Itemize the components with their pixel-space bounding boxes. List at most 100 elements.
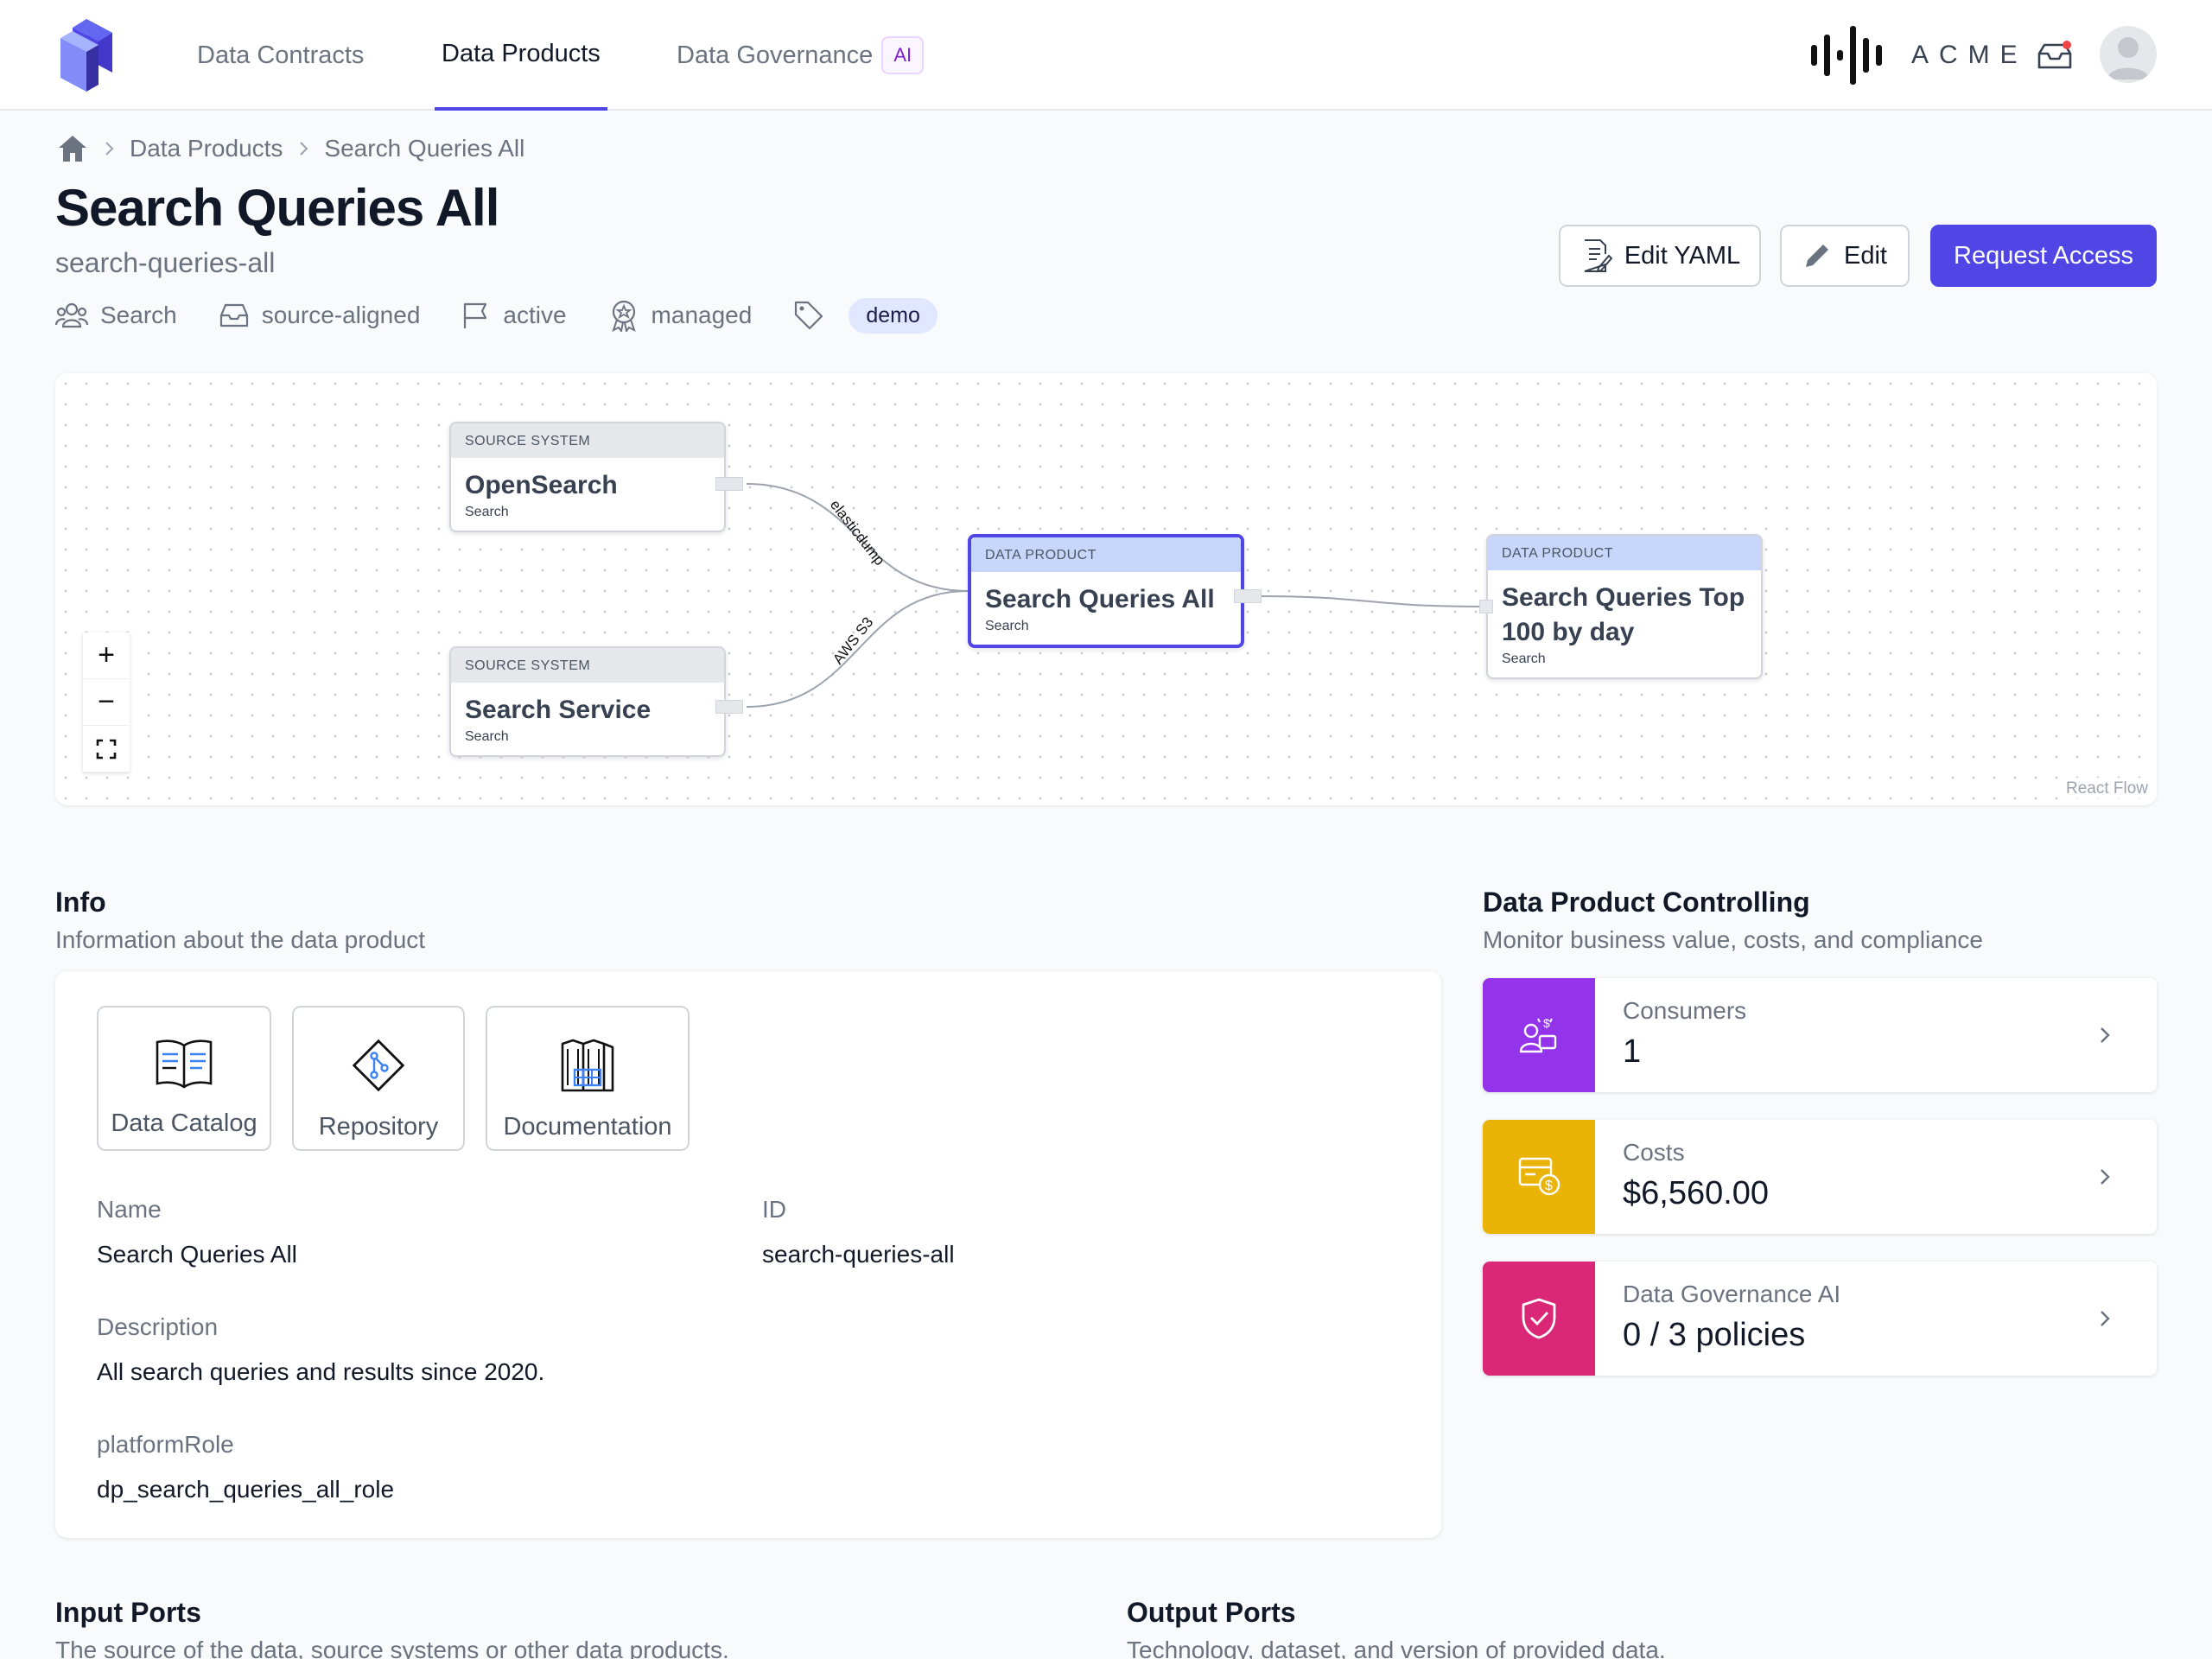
consumers-icon: $ — [1519, 1016, 1557, 1053]
controlling-subtitle: Monitor business value, costs, and compl… — [1483, 926, 1983, 953]
field-name: Name Search Queries All — [97, 1196, 297, 1268]
input-ports-title: Input Ports — [55, 1597, 201, 1628]
info-title: Info — [55, 887, 106, 918]
field-id: ID search-queries-all — [762, 1196, 955, 1268]
governance-card[interactable]: Data Governance AI 0 / 3 policies — [1483, 1262, 2157, 1376]
meta-team: Search — [55, 301, 177, 330]
meta-ownership-label: managed — [651, 302, 753, 328]
flow-node-search-queries-top-100[interactable]: DATA PRODUCT Search Queries Top 100 by d… — [1486, 534, 1763, 679]
data-catalog-label: Data Catalog — [111, 1109, 257, 1137]
documentation-link[interactable]: Documentation — [486, 1006, 690, 1151]
flow-node-opensearch[interactable]: SOURCE SYSTEM OpenSearch Search — [449, 422, 726, 532]
edge-product-to-top100[interactable] — [1259, 595, 1482, 607]
zoom-out-button[interactable]: − — [83, 679, 130, 726]
governance-icon-box — [1483, 1262, 1595, 1376]
field-value: dp_search_queries_all_role — [97, 1476, 395, 1503]
edit-yaml-button[interactable]: Edit YAML — [1559, 225, 1761, 287]
edge-label-aws-s3: AWS S3 — [830, 614, 876, 668]
node-domain: Search — [985, 619, 1029, 633]
costs-card[interactable]: $ Costs $6,560.00 — [1483, 1120, 2157, 1234]
meta-ownership: managed — [608, 299, 753, 332]
field-value: All search queries and results since 202… — [97, 1358, 545, 1385]
nav-tab-data-governance[interactable]: Data Governance AI — [677, 0, 925, 111]
pencil-icon — [1806, 245, 1828, 267]
edit-yaml-label: Edit YAML — [1624, 241, 1741, 270]
field-description: Description All search queries and resul… — [97, 1313, 544, 1386]
meta-row: Search source-aligned active managed dem… — [55, 297, 979, 334]
nav-tab-data-products[interactable]: Data Products — [435, 0, 607, 111]
costs-label: Costs — [1623, 1139, 1685, 1166]
consumers-card[interactable]: $ Consumers 1 — [1483, 978, 2157, 1092]
info-card: Data Catalog Repository Documentation Na… — [55, 971, 1441, 1538]
chevron-right-icon — [105, 142, 114, 156]
costs-icon-box: $ — [1483, 1120, 1595, 1234]
field-platform-role: platformRole dp_search_queries_all_role — [97, 1431, 394, 1503]
node-handle[interactable] — [715, 700, 743, 714]
costs-icon: $ — [1518, 1157, 1560, 1196]
tag-pill[interactable]: demo — [849, 297, 938, 334]
meta-tags: demo — [793, 297, 938, 334]
meta-kind-label: source-aligned — [261, 302, 421, 328]
node-domain: Search — [465, 505, 509, 519]
costs-value: $6,560.00 — [1623, 1175, 1770, 1211]
node-domain: Search — [1502, 652, 1546, 666]
output-ports-subtitle: Technology, dataset, and version of prov… — [1127, 1637, 1666, 1659]
node-handle[interactable] — [1234, 589, 1262, 603]
chevron-right-icon — [2101, 1169, 2110, 1185]
flow-node-search-service[interactable]: SOURCE SYSTEM Search Service Search — [449, 646, 726, 757]
request-access-button[interactable]: Request Access — [1930, 225, 2157, 287]
react-flow-attribution[interactable]: React Flow — [2062, 778, 2152, 800]
field-label: ID — [762, 1196, 786, 1223]
repository-label: Repository — [318, 1113, 439, 1141]
inbox-icon[interactable] — [2036, 40, 2074, 71]
data-catalog-link[interactable]: Data Catalog — [97, 1006, 271, 1151]
fit-view-button[interactable] — [83, 726, 130, 772]
open-book-icon — [156, 1039, 213, 1089]
node-type: DATA PRODUCT — [1488, 536, 1761, 570]
svg-text:$: $ — [1545, 1179, 1553, 1193]
flag-icon — [464, 302, 487, 328]
info-subtitle: Information about the data product — [55, 926, 426, 953]
breadcrumb-item-current[interactable]: Search Queries All — [324, 135, 524, 162]
repository-link[interactable]: Repository — [292, 1006, 465, 1151]
node-handle[interactable] — [1479, 600, 1493, 613]
edge-label-elasticdump: elasticdump — [827, 497, 888, 569]
nav-tab-data-contracts[interactable]: Data Contracts — [197, 0, 364, 111]
brand-name: ACME — [1911, 41, 2028, 69]
chevron-right-icon — [2101, 1027, 2110, 1043]
zoom-in-button[interactable]: + — [83, 632, 130, 679]
git-diamond-icon — [352, 1039, 405, 1092]
meta-status: active — [461, 301, 567, 330]
edit-button[interactable]: Edit — [1780, 225, 1910, 287]
governance-value: 0 / 3 policies — [1623, 1317, 1806, 1353]
home-icon[interactable] — [57, 134, 88, 163]
user-icon — [2107, 37, 2150, 79]
node-name: Search Queries All — [985, 585, 1215, 613]
node-handle[interactable] — [715, 477, 743, 491]
lineage-flow-canvas[interactable]: elasticdump AWS S3 SOURCE SYSTEM OpenSea… — [55, 373, 2157, 805]
user-avatar[interactable] — [2100, 26, 2157, 83]
breadcrumb-item-data-products[interactable]: Data Products — [130, 135, 283, 162]
flow-node-search-queries-all[interactable]: DATA PRODUCT Search Queries All Search — [968, 534, 1244, 648]
field-value: Search Queries All — [97, 1241, 297, 1268]
fit-view-icon — [96, 739, 117, 759]
svg-text:$: $ — [1543, 1016, 1550, 1030]
governance-label: Data Governance AI — [1623, 1281, 1841, 1307]
badge-icon — [611, 300, 636, 332]
documentation-label: Documentation — [503, 1113, 672, 1141]
node-type: SOURCE SYSTEM — [451, 423, 724, 458]
field-label: Description — [97, 1313, 219, 1340]
edge-search-service-to-product[interactable] — [746, 590, 969, 708]
nav-tab-label: Data Contracts — [197, 41, 365, 69]
field-label: Name — [97, 1196, 162, 1223]
consumers-value: 1 — [1623, 1033, 1642, 1070]
nav-tab-label: Data Products — [442, 39, 601, 67]
controlling-title: Data Product Controlling — [1483, 887, 1810, 918]
app-logo[interactable] — [60, 19, 131, 92]
consumers-label: Consumers — [1623, 997, 1747, 1024]
node-name: OpenSearch — [465, 471, 618, 499]
field-value: search-queries-all — [762, 1241, 955, 1268]
consumers-icon-box: $ — [1483, 978, 1595, 1092]
meta-kind: source-aligned — [219, 302, 421, 329]
node-domain: Search — [465, 729, 509, 744]
